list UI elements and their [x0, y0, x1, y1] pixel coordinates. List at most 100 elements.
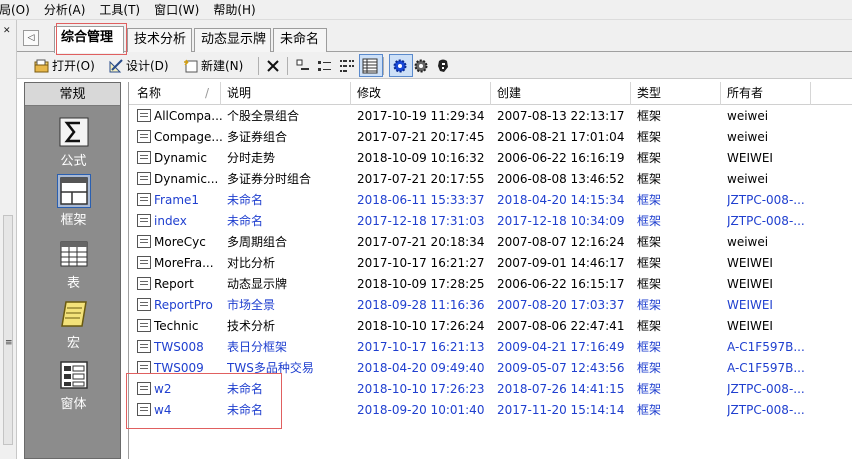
cell-created: 2017-12-18 10:34:09	[497, 214, 625, 228]
formula-icon	[58, 116, 90, 148]
sidebar-item-table[interactable]: 表	[25, 238, 122, 291]
menu-item-help[interactable]: 帮助(H)	[206, 0, 262, 20]
sidebar-title: 常规	[25, 83, 120, 106]
cell-name: w2	[137, 379, 171, 400]
vertical-scrollbar[interactable]	[3, 215, 13, 445]
column-header: 名称 / 说明 修改 创建 类型 所有者	[129, 82, 852, 105]
settings-button[interactable]	[413, 55, 431, 76]
splitter-grip-icon[interactable]: ≡	[5, 338, 13, 348]
tab-bar: ◁ 综合管理 技术分析 动态显示牌 未命名	[17, 20, 852, 53]
column-header-description[interactable]: 说明	[221, 82, 351, 105]
small-icons-view-button[interactable]	[317, 55, 335, 76]
design-button[interactable]: 设计(D)	[108, 55, 169, 76]
large-icons-view-button[interactable]	[295, 55, 313, 76]
sidebar-item-formula[interactable]: 公式	[25, 116, 122, 169]
cell-type: 框架	[637, 403, 662, 417]
cell-modified: 2018-10-09 10:16:32	[357, 151, 485, 165]
cell-name: MoreFra...	[137, 253, 214, 274]
cell-name-text: TWS009	[154, 361, 204, 375]
toolbar-separator	[383, 57, 384, 75]
delete-button[interactable]	[265, 55, 283, 76]
table-row[interactable]: AllCompa... 个股全景组合 2017-10-19 11:29:34 2007…	[129, 106, 852, 127]
cell-modified: 2018-09-28 11:16:36	[357, 298, 485, 312]
table-row[interactable]: Frame1 未命名 2018-06-11 15:33:37 2018-04-20 1…	[129, 190, 852, 211]
tab-nav-left-icon[interactable]: ◁	[23, 30, 39, 46]
frame-file-icon	[137, 256, 151, 269]
frame-file-icon	[137, 172, 151, 185]
list-view-button[interactable]	[339, 55, 357, 76]
gear-icon	[392, 58, 408, 74]
cell-type: 框架	[637, 256, 662, 270]
tab-dynamic-board[interactable]: 动态显示牌	[194, 28, 271, 52]
column-header-created[interactable]: 创建	[491, 82, 631, 105]
sort-indicator-icon: /	[205, 86, 210, 100]
table-row[interactable]: w4 未命名 2018-09-20 10:01:40 2017-11-20 15:14…	[129, 400, 852, 421]
tab-unnamed[interactable]: 未命名	[273, 28, 327, 52]
gear-button[interactable]	[389, 54, 413, 77]
cell-owner: WEIWEI	[727, 277, 773, 291]
close-icon[interactable]: ✕	[3, 26, 11, 36]
cell-desc: 动态显示牌	[227, 277, 288, 291]
cell-created: 2007-08-13 22:13:17	[497, 109, 625, 123]
small-icons-view-icon	[317, 58, 333, 74]
table-row[interactable]: index 未命名 2017-12-18 17:31:03 2017-12-18 10…	[129, 211, 852, 232]
table-row[interactable]: TWS008 表日分框架 2017-10-17 16:21:13 2009-04-21…	[129, 337, 852, 358]
sidebar-item-macro[interactable]: 宏	[25, 298, 122, 351]
details-view-button[interactable]	[359, 54, 383, 77]
open-button[interactable]: 打开(O)	[34, 55, 95, 76]
cell-type: 框架	[637, 382, 662, 396]
cell-created: 2006-08-08 13:46:52	[497, 172, 625, 186]
table-row[interactable]: MoreCyc 多周期组合 2017-07-21 20:18:34 2007-08-0…	[129, 232, 852, 253]
cell-name-text: Technic	[154, 319, 199, 333]
cell-created: 2006-06-22 16:15:17	[497, 277, 625, 291]
column-header-name[interactable]: 名称 /	[131, 82, 221, 105]
sidebar-item-frame[interactable]: 框架	[25, 174, 122, 228]
table-row[interactable]: Dynamic... 多证券分时组合 2017-07-21 20:17:55 2006…	[129, 169, 852, 190]
cell-owner: WEIWEI	[727, 151, 773, 165]
cell-name: AllCompa...	[137, 106, 223, 127]
frame-file-icon	[137, 130, 151, 143]
cell-type: 框架	[637, 193, 662, 207]
menu-item-tools[interactable]: 工具(T)	[92, 0, 147, 20]
frame-file-icon	[137, 151, 151, 164]
tab-technical-analysis[interactable]: 技术分析	[127, 28, 192, 52]
column-header-owner[interactable]: 所有者	[721, 82, 811, 105]
new-label: 新建(N)	[201, 59, 244, 73]
cell-modified: 2017-10-19 11:29:34	[357, 109, 485, 123]
cell-name: index	[137, 211, 187, 232]
column-header-type[interactable]: 类型	[631, 82, 721, 105]
cell-desc: 多周期组合	[227, 235, 288, 249]
table-row[interactable]: w2 未命名 2018-10-10 17:26:23 2018-07-26 14:41…	[129, 379, 852, 400]
cell-created: 2018-04-20 14:15:34	[497, 193, 625, 207]
new-button[interactable]: 新建(N)	[183, 55, 243, 76]
cell-desc: TWS多品种交易	[227, 361, 314, 375]
table-row[interactable]: Technic 技术分析 2018-10-10 17:26:24 2007-08-06…	[129, 316, 852, 337]
cell-name: Frame1	[137, 190, 199, 211]
table-row[interactable]: Dynamic 分时走势 2018-10-09 10:16:32 2006-06-22…	[129, 148, 852, 169]
table-row[interactable]: Report 动态显示牌 2018-10-09 17:28:25 2006-06-22…	[129, 274, 852, 295]
frame-file-icon	[137, 193, 151, 206]
window-icon	[58, 359, 90, 391]
cell-desc: 分时走势	[227, 151, 276, 165]
sidebar-item-label: 框架	[60, 213, 87, 228]
table-row[interactable]: MoreFra... 对比分析 2017-10-17 16:21:27 2007-09…	[129, 253, 852, 274]
sidebar-item-label: 公式	[60, 154, 87, 169]
cell-name: Dynamic	[137, 148, 207, 169]
cell-desc: 个股全景组合	[227, 109, 300, 123]
column-header-modified[interactable]: 修改	[351, 82, 491, 105]
frame-file-icon	[137, 235, 151, 248]
sidebar-item-window[interactable]: 窗体	[25, 359, 122, 412]
table-row[interactable]: Compage... 多证券组合 2017-07-21 20:17:45 2006-0…	[129, 127, 852, 148]
help-button[interactable]	[435, 55, 453, 76]
menu-item-0[interactable]: 局(O)	[0, 0, 37, 20]
cell-owner: WEIWEI	[727, 256, 773, 270]
sidebar-item-label: 宏	[66, 336, 80, 351]
table-row[interactable]: TWS009 TWS多品种交易 2018-04-20 09:49:40 2009-05…	[129, 358, 852, 379]
menu-item-window[interactable]: 窗口(W)	[147, 0, 206, 20]
cell-type: 框架	[637, 214, 662, 228]
menu-item-analysis[interactable]: 分析(A)	[37, 0, 93, 20]
table-row[interactable]: ReportPro 市场全景 2018-09-28 11:16:36 2007-08-…	[129, 295, 852, 316]
cell-created: 2018-07-26 14:41:15	[497, 382, 625, 396]
open-label: 打开(O)	[52, 59, 95, 73]
tab-general-management[interactable]: 综合管理	[54, 26, 124, 53]
